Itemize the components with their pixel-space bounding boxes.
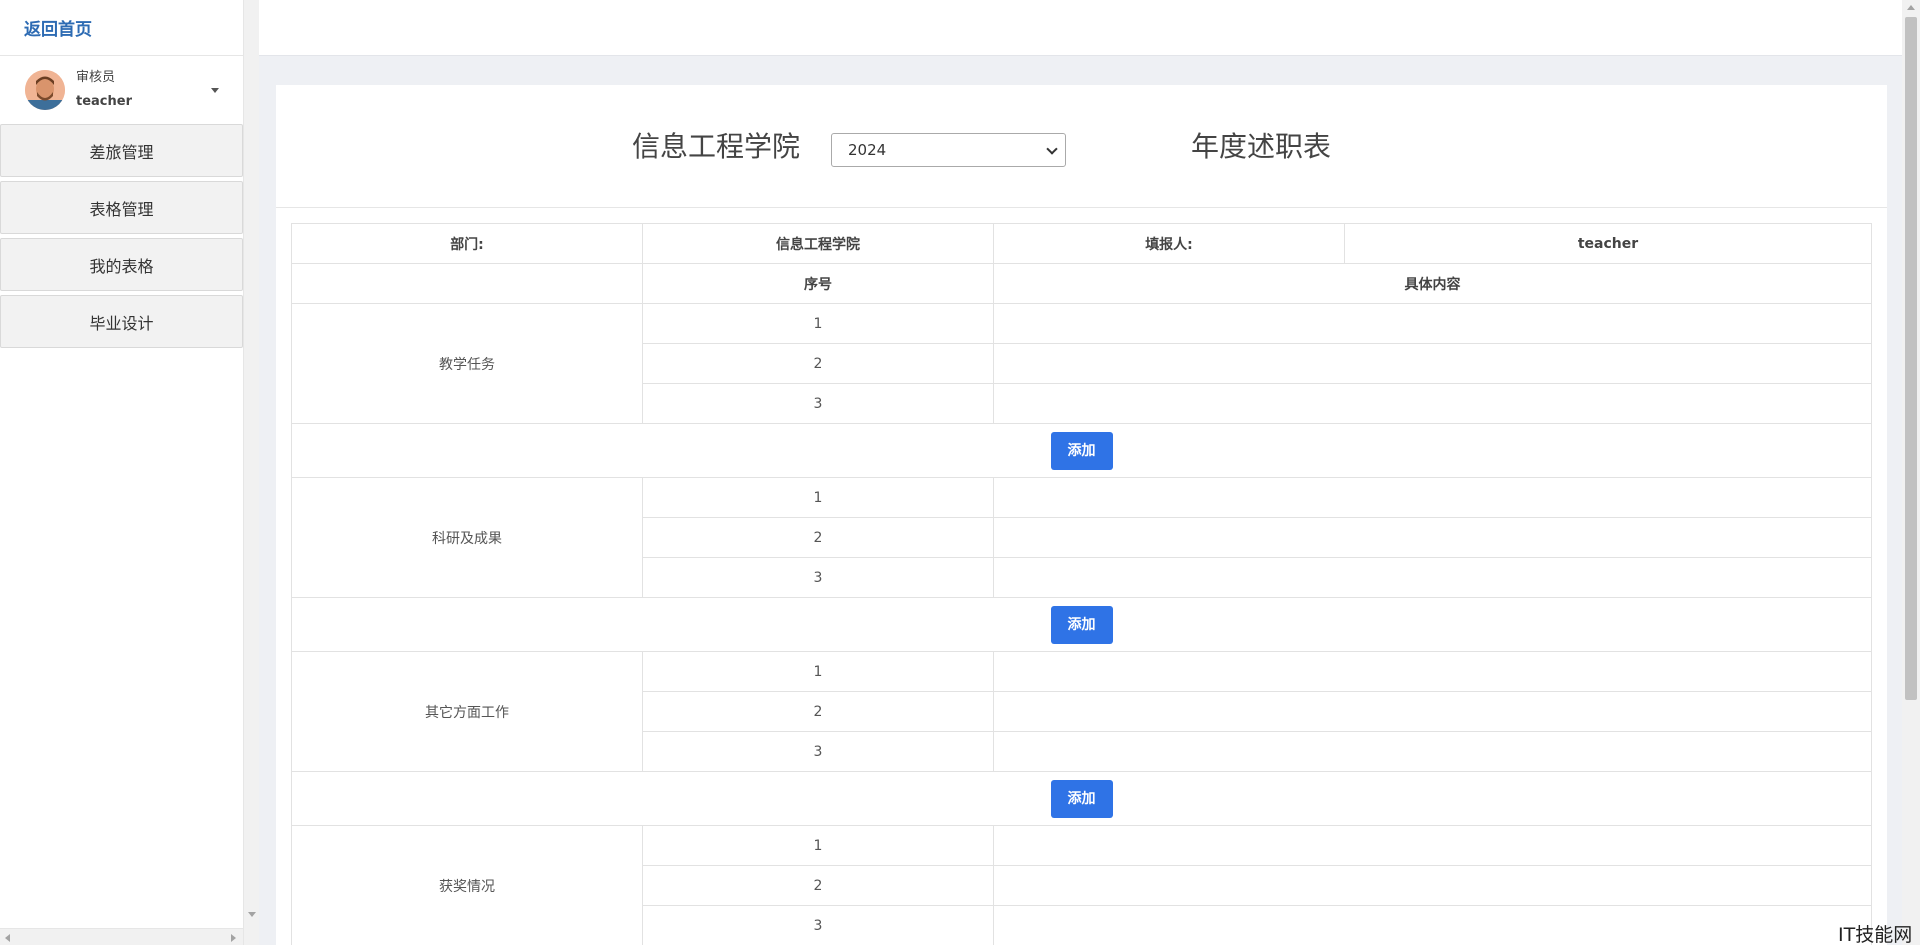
content-cell[interactable] <box>993 477 1872 518</box>
row-index: 1 <box>642 477 994 518</box>
scroll-up-icon[interactable] <box>1907 5 1915 10</box>
scroll-left-icon[interactable] <box>5 934 10 942</box>
table-row: 添加 <box>291 423 1872 478</box>
content-cell[interactable] <box>993 343 1872 384</box>
report-title: 年度述职表 <box>1191 130 1332 163</box>
add-row-cell: 添加 <box>291 771 1872 826</box>
content-cell[interactable] <box>993 731 1872 772</box>
row-index: 2 <box>642 517 994 558</box>
content-cell[interactable] <box>993 557 1872 598</box>
report-card: 信息工程学院 2024 年度述职表 部门: 信息工程学院 填报人: teache… <box>276 85 1887 945</box>
row-index: 1 <box>642 825 994 866</box>
avatar <box>25 70 65 110</box>
menu-item-forms[interactable]: 表格管理 <box>0 181 243 234</box>
row-index: 1 <box>642 303 994 344</box>
chevron-down-icon <box>1046 143 1058 155</box>
back-home-link[interactable]: 返回首页 <box>0 0 243 56</box>
row-index: 2 <box>642 691 994 732</box>
user-role: 审核员 <box>76 70 116 85</box>
add-button[interactable]: 添加 <box>1050 605 1113 644</box>
col-content-header: 具体内容 <box>993 263 1872 304</box>
section-label: 获奖情况 <box>291 825 643 945</box>
add-row-cell: 添加 <box>291 597 1872 652</box>
section-label: 科研及成果 <box>291 477 643 598</box>
section-label: 教学任务 <box>291 303 643 424</box>
add-button[interactable]: 添加 <box>1050 779 1113 818</box>
row-index: 2 <box>642 343 994 384</box>
scroll-right-icon[interactable] <box>231 934 236 942</box>
content-cell[interactable] <box>993 651 1872 692</box>
menu-item-my-forms[interactable]: 我的表格 <box>0 238 243 291</box>
table-row: 获奖情况 1 <box>291 825 1872 945</box>
scroll-down-icon[interactable] <box>248 912 256 917</box>
content-cell[interactable] <box>993 905 1872 945</box>
content-cell[interactable] <box>993 517 1872 558</box>
row-index: 3 <box>642 383 994 424</box>
year-select-value: 2024 <box>848 141 887 159</box>
year-select[interactable]: 2024 <box>831 133 1066 167</box>
sidebar-horizontal-scrollbar[interactable] <box>0 928 243 945</box>
card-header: 信息工程学院 2024 年度述职表 <box>276 85 1887 208</box>
row-index: 1 <box>642 651 994 692</box>
chevron-down-icon[interactable] <box>211 88 219 93</box>
menu-item-travel[interactable]: 差旅管理 <box>0 124 243 177</box>
college-title: 信息工程学院 <box>632 130 801 163</box>
sidebar-vertical-scrollbar[interactable] <box>243 0 259 945</box>
row-index: 3 <box>642 557 994 598</box>
dept-label: 部门: <box>291 223 643 264</box>
content-cell[interactable] <box>993 865 1872 906</box>
top-bar <box>259 0 1902 56</box>
content-cell[interactable] <box>993 303 1872 344</box>
col-index-header: 序号 <box>642 263 994 304</box>
table-row: 添加 <box>291 597 1872 652</box>
report-table: 部门: 信息工程学院 填报人: teacher 序号 具体内容 教学任务 1 2… <box>291 223 1872 945</box>
section-label: 其它方面工作 <box>291 651 643 772</box>
sidebar: 返回首页 审核员 teacher 差旅管理 表格管理 我的表格 毕业设计 <box>0 0 243 945</box>
row-index: 2 <box>642 865 994 906</box>
content-cell[interactable] <box>993 691 1872 732</box>
table-row: 序号 具体内容 <box>291 263 1872 304</box>
table-row: 教学任务 1 <box>291 303 1872 424</box>
add-row-cell: 添加 <box>291 423 1872 478</box>
watermark-text: IT技能网 <box>1838 924 1913 945</box>
content-cell[interactable] <box>993 383 1872 424</box>
reporter-value: teacher <box>1344 223 1872 264</box>
main-vertical-scrollbar[interactable] <box>1902 0 1920 945</box>
dept-value: 信息工程学院 <box>642 223 994 264</box>
user-profile[interactable]: 审核员 teacher <box>0 56 243 124</box>
row-index: 3 <box>642 731 994 772</box>
table-row: 科研及成果 1 <box>291 477 1872 598</box>
reporter-label: 填报人: <box>993 223 1345 264</box>
user-name: teacher <box>76 94 132 109</box>
table-row: 其它方面工作 1 <box>291 651 1872 772</box>
menu-item-graduation-design[interactable]: 毕业设计 <box>0 295 243 348</box>
table-cell <box>291 263 643 304</box>
table-row: 部门: 信息工程学院 填报人: teacher <box>291 223 1872 264</box>
table-row: 添加 <box>291 771 1872 826</box>
row-index: 3 <box>642 905 994 945</box>
content-cell[interactable] <box>993 825 1872 866</box>
add-button[interactable]: 添加 <box>1050 431 1113 470</box>
scrollbar-thumb[interactable] <box>1905 17 1917 700</box>
